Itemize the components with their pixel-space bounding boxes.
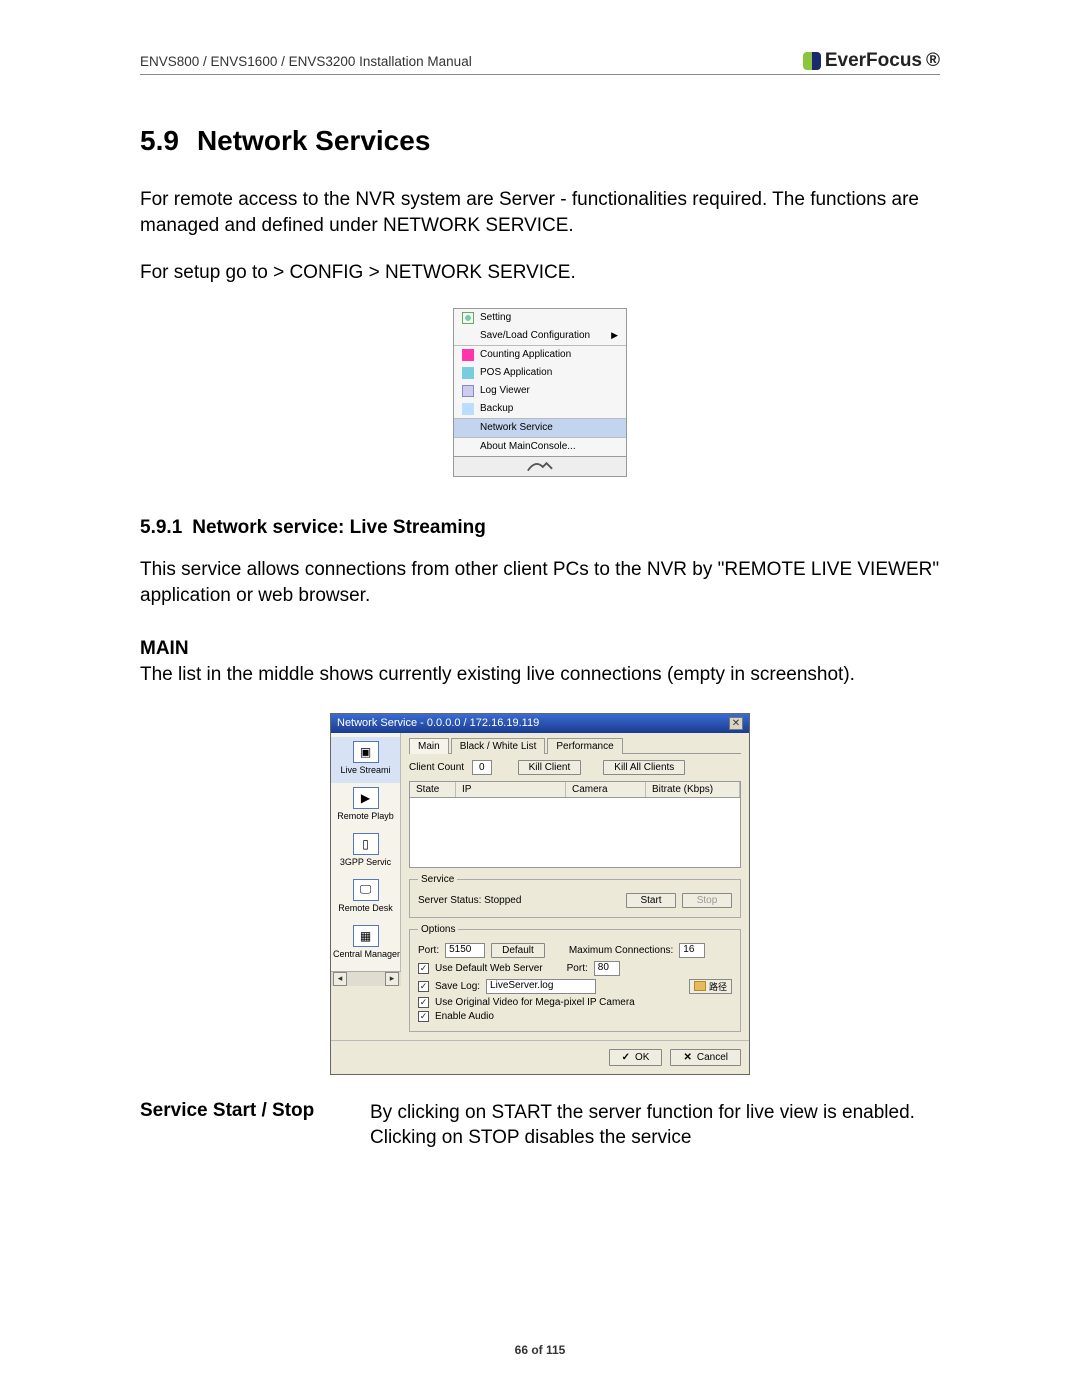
side-item-central-management[interactable]: ▦ Central Managemen xyxy=(331,921,400,967)
menu-item-network-service[interactable]: Network Service xyxy=(454,419,626,437)
web-port-label: Port: xyxy=(567,963,588,974)
client-count-label: Client Count xyxy=(409,762,464,773)
definition-body-b: Clicking on STOP disables the service xyxy=(370,1125,940,1151)
close-icon: ✕ xyxy=(683,1052,691,1063)
remote-desktop-icon: 🖵 xyxy=(353,879,379,901)
paragraph-setup-path: For setup go to > CONFIG > NETWORK SERVI… xyxy=(140,260,940,286)
counting-icon xyxy=(462,349,474,361)
menu-item-backup[interactable]: Backup xyxy=(454,400,626,418)
start-button[interactable]: Start xyxy=(626,893,676,908)
menu-item-logviewer[interactable]: Log Viewer xyxy=(454,382,626,400)
definition-term: Service Start / Stop xyxy=(140,1100,370,1151)
management-icon: ▦ xyxy=(353,925,379,947)
tab-main[interactable]: Main xyxy=(409,738,449,754)
connections-table-body xyxy=(409,798,741,868)
menu-item-saveload[interactable]: Save/Load Configuration ▶ xyxy=(454,327,626,345)
options-fieldset: Options Port: 5150 Default Maximum Conne… xyxy=(409,924,741,1032)
scroll-left-icon[interactable]: ◂ xyxy=(333,972,347,986)
enable-audio-label: Enable Audio xyxy=(435,1011,494,1022)
close-button[interactable]: ✕ xyxy=(729,717,743,730)
network-service-dialog: Network Service - 0.0.0.0 / 172.16.19.11… xyxy=(330,713,750,1075)
brand-icon xyxy=(803,52,821,70)
subsection-number: 5.9.1 xyxy=(140,517,182,538)
log-icon xyxy=(462,385,474,397)
playback-icon: ▶ xyxy=(353,787,379,809)
side-nav-scrollbar[interactable]: ◂ ▸ xyxy=(331,971,401,986)
folder-icon xyxy=(694,981,706,991)
menu-item-setting[interactable]: Setting xyxy=(454,309,626,327)
subsection-heading: 5.9.1 Network service: Live Streaming xyxy=(140,517,940,539)
blank-icon xyxy=(462,422,474,434)
server-status-text: Server Status: Stopped xyxy=(418,895,521,906)
menu-item-pos[interactable]: POS Application xyxy=(454,364,626,382)
blank-icon xyxy=(462,330,474,342)
brand-name: EverFocus xyxy=(825,50,922,72)
section-title: Network Services xyxy=(197,125,430,156)
menu-item-counting[interactable]: Counting Application xyxy=(454,346,626,364)
col-bitrate[interactable]: Bitrate (Kbps) xyxy=(646,782,740,797)
side-item-remote-desktop[interactable]: 🖵 Remote Desk xyxy=(331,875,400,921)
stop-button[interactable]: Stop xyxy=(682,893,732,908)
menu-bottom-decoration xyxy=(454,456,626,476)
side-item-live-streaming[interactable]: ▣ Live Streami xyxy=(331,737,400,783)
use-original-video-checkbox[interactable]: ✓ xyxy=(418,997,429,1008)
client-count-value: 0 xyxy=(472,760,492,775)
backup-icon xyxy=(462,403,474,415)
enable-audio-checkbox[interactable]: ✓ xyxy=(418,1011,429,1022)
dialog-titlebar: Network Service - 0.0.0.0 / 172.16.19.11… xyxy=(331,714,749,733)
dialog-title-text: Network Service - 0.0.0.0 / 172.16.19.11… xyxy=(337,717,539,729)
side-item-remote-playback[interactable]: ▶ Remote Playb xyxy=(331,783,400,829)
submenu-arrow-icon: ▶ xyxy=(611,330,618,341)
definition-body-a: By clicking on START the server function… xyxy=(370,1100,940,1126)
side-item-3gpp[interactable]: ▯ 3GPP Servic xyxy=(331,829,400,875)
max-connections-label: Maximum Connections: xyxy=(569,945,673,956)
kill-all-clients-button[interactable]: Kill All Clients xyxy=(603,760,685,775)
ok-button[interactable]: ✓ OK xyxy=(609,1049,663,1066)
tab-strip: Main Black / White List Performance xyxy=(409,737,741,754)
tab-performance[interactable]: Performance xyxy=(547,738,622,754)
scroll-right-icon[interactable]: ▸ xyxy=(385,972,399,986)
kill-client-button[interactable]: Kill Client xyxy=(518,760,582,775)
main-label: MAIN xyxy=(140,638,940,660)
tab-bw-list[interactable]: Black / White List xyxy=(451,738,546,754)
blank-icon xyxy=(462,441,474,453)
save-log-label: Save Log: xyxy=(435,981,480,992)
connections-table-header: State IP Camera Bitrate (Kbps) xyxy=(409,781,741,798)
service-legend: Service xyxy=(418,874,457,885)
live-streaming-icon: ▣ xyxy=(353,741,379,763)
side-nav: ▣ Live Streami ▶ Remote Playb ▯ 3GPP Ser… xyxy=(331,733,401,971)
menu-item-about[interactable]: About MainConsole... xyxy=(454,438,626,456)
use-default-web-label: Use Default Web Server xyxy=(435,963,543,974)
page-number: 66 of 115 xyxy=(0,1343,1080,1357)
port-label: Port: xyxy=(418,945,439,956)
service-fieldset: Service Server Status: Stopped Start Sto… xyxy=(409,874,741,918)
port-input[interactable]: 5150 xyxy=(445,943,485,958)
config-menu-screenshot: Setting Save/Load Configuration ▶ Counti… xyxy=(453,308,627,477)
col-camera[interactable]: Camera xyxy=(566,782,646,797)
use-default-web-checkbox[interactable]: ✓ xyxy=(418,963,429,974)
col-state[interactable]: State xyxy=(410,782,456,797)
paragraph-intro: For remote access to the NVR system are … xyxy=(140,187,940,238)
cancel-button[interactable]: ✕ Cancel xyxy=(670,1049,741,1066)
section-heading: 5.9 Network Services xyxy=(140,125,940,157)
subsection-title: Network service: Live Streaming xyxy=(192,517,486,538)
paragraph-streaming-desc: This service allows connections from oth… xyxy=(140,557,940,608)
default-port-button[interactable]: Default xyxy=(491,943,545,958)
section-number: 5.9 xyxy=(140,125,179,156)
document-title: ENVS800 / ENVS1600 / ENVS3200 Installati… xyxy=(140,54,472,69)
save-log-checkbox[interactable]: ✓ xyxy=(418,981,429,992)
gear-icon xyxy=(462,312,474,324)
check-icon: ✓ xyxy=(622,1052,630,1063)
log-file-input[interactable]: LiveServer.log xyxy=(486,979,596,994)
3gpp-icon: ▯ xyxy=(353,833,379,855)
options-legend: Options xyxy=(418,924,458,935)
brand-logo: EverFocus® xyxy=(803,50,940,72)
use-original-video-label: Use Original Video for Mega-pixel IP Cam… xyxy=(435,997,635,1008)
paragraph-main-desc: The list in the middle shows currently e… xyxy=(140,662,940,688)
pos-icon xyxy=(462,367,474,379)
max-connections-input[interactable]: 16 xyxy=(679,943,705,958)
web-port-input[interactable]: 80 xyxy=(594,961,620,976)
col-ip[interactable]: IP xyxy=(456,782,566,797)
browse-log-button[interactable]: 路径 xyxy=(689,979,732,994)
